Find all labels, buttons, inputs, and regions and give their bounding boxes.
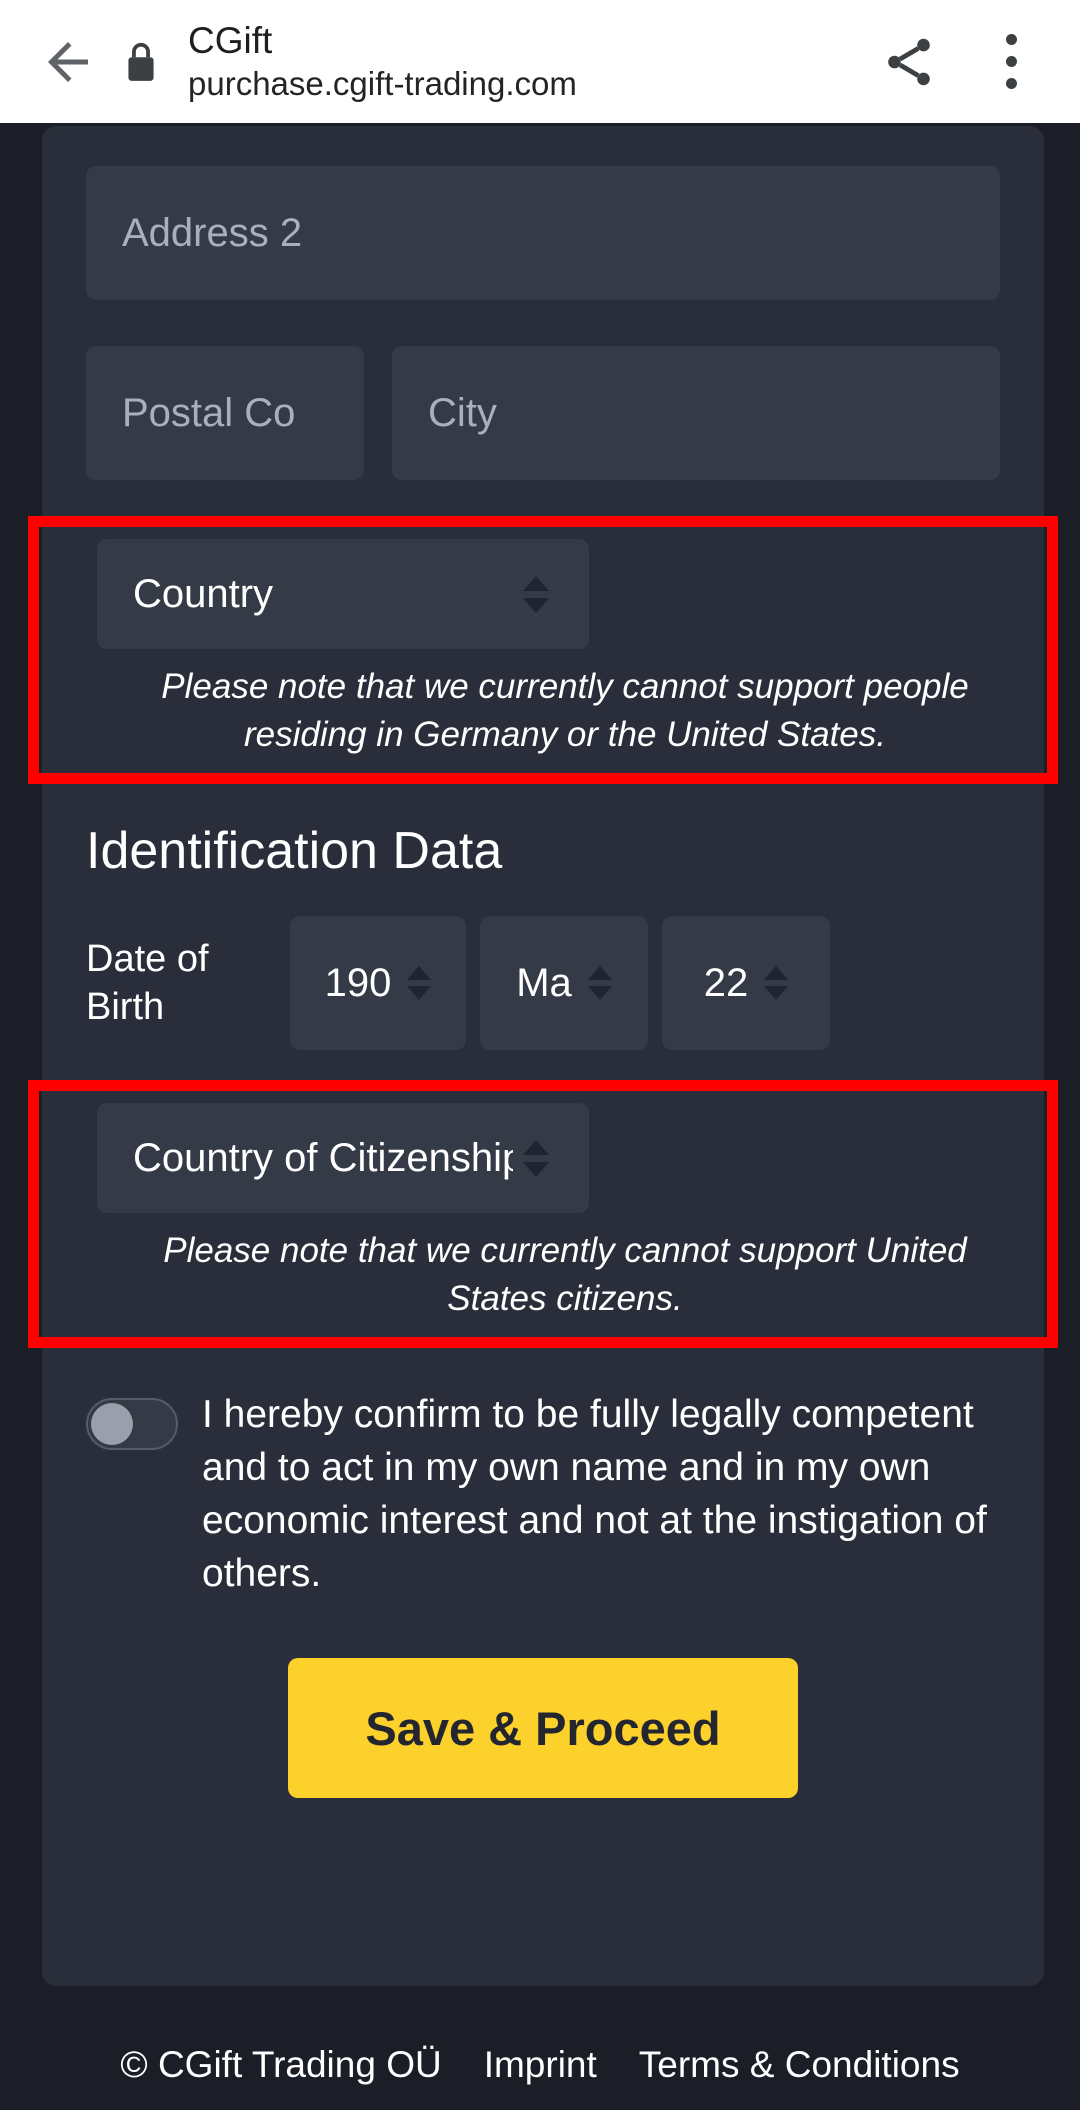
dob-day-value: 22 (703, 960, 749, 1005)
chevron-updown-icon (513, 575, 589, 613)
lock-icon (112, 40, 170, 84)
date-of-birth-row: Date of Birth 190 Ma 22 (86, 916, 1000, 1050)
footer-link-privacy[interactable]: Privacy & Cookie (743, 2096, 1025, 2110)
page-title: CGift (188, 19, 273, 61)
back-button[interactable] (30, 24, 106, 100)
dob-month-select[interactable]: Ma (480, 916, 648, 1050)
city-wrapper (392, 346, 1000, 480)
site-footer: © CGift Trading OÜ Imprint Terms & Condi… (0, 2034, 1080, 2110)
postal-code-wrapper (86, 346, 364, 480)
citizenship-select[interactable]: Country of Citizenship (97, 1103, 589, 1213)
citizenship-select-value: Country of Citizenship (133, 1135, 513, 1180)
citizenship-highlight-box: Country of Citizenship Please note that … (28, 1080, 1058, 1348)
country-select-value: Country (133, 571, 274, 616)
dob-year-value: 190 (324, 960, 392, 1005)
postal-city-row (86, 346, 1000, 480)
overflow-menu-button[interactable] (980, 31, 1042, 93)
country-highlight-box: Country Please note that we currently ca… (28, 516, 1058, 784)
share-icon (888, 38, 930, 85)
chevron-updown-icon (513, 1139, 589, 1177)
country-select[interactable]: Country (97, 539, 589, 649)
address2-input[interactable] (86, 166, 1000, 300)
copyright-text: © CGift Trading OÜ (120, 2044, 442, 2085)
chevron-updown-icon (407, 966, 432, 1000)
page-body: Country Please note that we currently ca… (0, 126, 1080, 2110)
chevron-updown-icon (764, 966, 789, 1000)
date-of-birth-label: Date of Birth (86, 938, 209, 1028)
footer-link-imprint[interactable]: Imprint (484, 2034, 597, 2096)
legal-competence-consent-row: I hereby confirm to be fully legally com… (86, 1388, 1000, 1600)
dob-year-select[interactable]: 190 (290, 916, 466, 1050)
dob-month-value: Ma (516, 960, 572, 1005)
footer-row-secondary: Refund/Cancellation AML/KYC Policy Priva… (0, 2096, 1080, 2110)
legal-competence-label: I hereby confirm to be fully legally com… (202, 1393, 987, 1595)
identification-data-heading: Identification Data (86, 822, 503, 880)
footer-row-primary: © CGift Trading OÜ Imprint Terms & Condi… (0, 2034, 1080, 2096)
site-info[interactable]: CGift purchase.cgift-trading.com (188, 19, 878, 105)
country-note: Please note that we currently cannot sup… (161, 667, 969, 754)
browser-toolbar: CGift purchase.cgift-trading.com (0, 0, 1080, 126)
chevron-updown-icon (587, 966, 612, 1000)
save-button-wrapper: Save & Proceed (86, 1658, 1000, 1798)
toolbar-actions (878, 31, 1042, 93)
footer-link-aml-kyc[interactable]: AML/KYC Policy (430, 2096, 701, 2110)
postal-code-input[interactable] (86, 346, 364, 480)
footer-link-terms[interactable]: Terms & Conditions (639, 2034, 960, 2096)
city-input[interactable] (392, 346, 1000, 480)
footer-link-refund[interactable]: Refund/Cancellation (55, 2096, 388, 2110)
citizenship-note: Please note that we currently cannot sup… (163, 1231, 967, 1318)
url-text: purchase.cgift-trading.com (188, 64, 577, 102)
dob-day-select[interactable]: 22 (662, 916, 830, 1050)
overflow-menu-icon (1005, 34, 1017, 89)
registration-card: Country Please note that we currently ca… (28, 126, 1058, 1986)
back-arrow-icon (48, 41, 88, 82)
toggle-knob (91, 1403, 133, 1445)
legal-competence-toggle[interactable] (86, 1398, 178, 1450)
save-and-proceed-button[interactable]: Save & Proceed (288, 1658, 798, 1798)
share-button[interactable] (878, 31, 940, 93)
